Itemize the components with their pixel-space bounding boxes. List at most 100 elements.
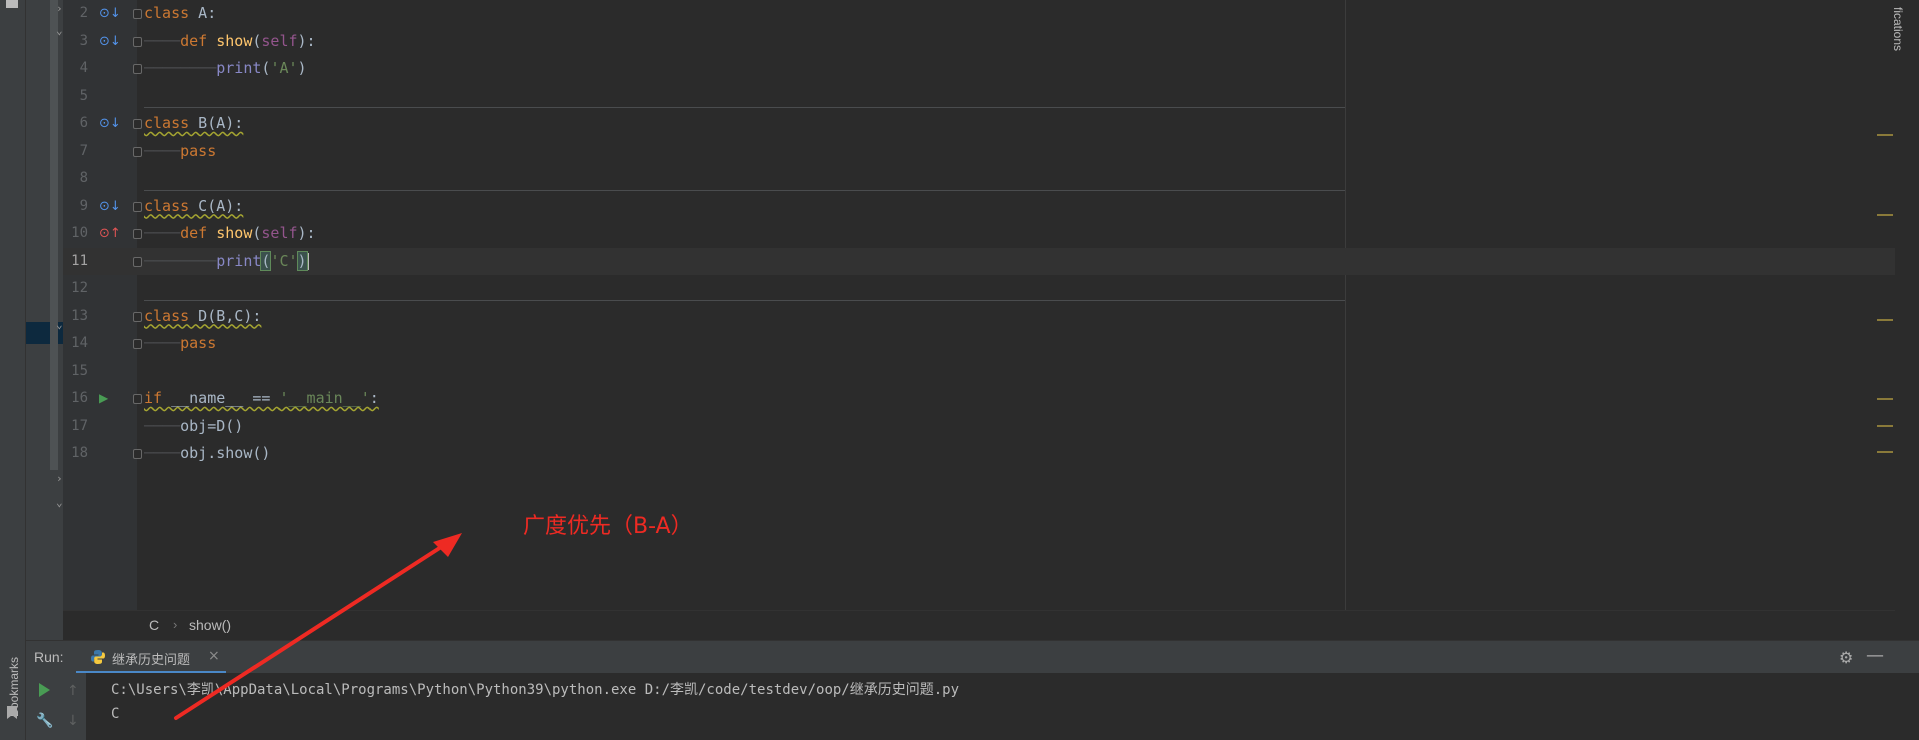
code-line[interactable]: 14 ────pass [63, 330, 1895, 358]
annotation-text: 广度优先（B-A） [523, 514, 693, 539]
code-line-current[interactable]: 11 ────────print('C') [63, 247, 1895, 275]
text-caret [306, 252, 309, 270]
warning-marker[interactable] [1877, 134, 1893, 136]
warning-marker[interactable] [1877, 451, 1893, 453]
code-text: ────obj.show() [144, 444, 271, 462]
chevron-icon[interactable]: › [56, 2, 63, 15]
code-line[interactable]: 2 ⊙↓ class A: [63, 0, 1895, 28]
arrow-down-icon[interactable]: ↓ [67, 713, 79, 729]
minimize-icon[interactable]: — [1866, 645, 1884, 666]
line-number: 15 [71, 362, 88, 379]
fold-icon[interactable] [133, 311, 142, 322]
code-line[interactable]: 4 ────────print('A') [63, 55, 1895, 83]
fold-icon[interactable] [133, 229, 142, 239]
fold-icon[interactable] [133, 449, 142, 459]
line-number: 3 [79, 32, 88, 49]
line-number: 9 [79, 197, 88, 214]
python-icon [91, 650, 105, 664]
code-line[interactable]: 7 ────pass [63, 138, 1895, 166]
code-line[interactable]: 15 [63, 358, 1895, 386]
run-tool-window-header: Run: 继承历史问题 × ⚙ — [26, 640, 1919, 674]
run-tab[interactable]: 继承历史问题 × [76, 641, 226, 674]
bookmarks-label: Bookmarks [7, 656, 21, 717]
code-text: ────────print('A') [144, 59, 307, 77]
warning-marker[interactable] [1877, 398, 1893, 400]
code-text: class B(A): [144, 114, 244, 132]
notifications-label: fications [1891, 6, 1906, 52]
is-overridden-icon[interactable]: ⊙↓ [99, 117, 121, 130]
run-icon[interactable]: ▶ [99, 392, 108, 405]
fold-icon[interactable] [133, 339, 142, 349]
line-number: 11 [71, 252, 88, 269]
fold-icon[interactable] [133, 146, 142, 157]
warning-marker[interactable] [1877, 319, 1893, 321]
code-line[interactable]: 8 [63, 165, 1895, 193]
run-label: Run: [34, 649, 64, 665]
left-tool-strip: Bookmarks [0, 0, 26, 740]
chevron-icon[interactable]: ⌄ [56, 24, 63, 37]
line-number: 18 [71, 445, 88, 461]
code-line[interactable]: 6 ⊙↓ class B(A): [63, 110, 1895, 138]
line-number: 12 [71, 280, 88, 296]
code-text: class D(B,C): [144, 306, 262, 325]
arrow-up-icon[interactable]: ↑ [67, 683, 79, 699]
breadcrumb-method[interactable]: show() [189, 617, 231, 633]
line-number: 2 [79, 5, 88, 21]
line-number: 8 [79, 170, 88, 186]
fold-icon[interactable] [133, 256, 142, 267]
rerun-icon[interactable] [39, 683, 50, 697]
wrench-icon[interactable]: 🔧 [36, 713, 53, 729]
chevron-icon[interactable]: › [56, 472, 63, 485]
warning-marker[interactable] [1877, 425, 1893, 427]
code-line[interactable]: 12 [63, 275, 1895, 303]
code-line[interactable]: 10 ⊙↑ ────def show(self): [63, 220, 1895, 248]
code-text: ────pass [144, 141, 217, 160]
fold-icon[interactable] [133, 394, 142, 404]
warning-marker[interactable] [1877, 214, 1893, 216]
code-text: ────def show(self): [144, 31, 316, 50]
gear-icon[interactable]: ⚙ [1839, 648, 1853, 667]
close-icon[interactable]: × [208, 648, 220, 664]
code-line[interactable]: 17 ────obj=D() [63, 413, 1895, 441]
is-overridden-icon[interactable]: ⊙↓ [99, 200, 121, 213]
project-tool-icon[interactable] [6, 0, 18, 8]
fold-icon[interactable] [133, 9, 142, 19]
line-number: 6 [79, 115, 88, 131]
console-output: C [111, 706, 120, 722]
run-console[interactable]: 🔧 ↑ ↓ C:\Users\李凯\AppData\Local\Programs… [26, 673, 1919, 740]
project-scrollbar[interactable] [50, 0, 58, 470]
code-line[interactable]: 16 ▶ if __name__ == '__main__': [63, 385, 1895, 413]
code-line[interactable]: 9 ⊙↓ class C(A): [63, 193, 1895, 221]
line-number: 4 [79, 60, 88, 76]
code-text: class A: [144, 4, 217, 22]
fold-icon[interactable] [133, 36, 142, 47]
notifications-tool-button[interactable]: fications [1891, 0, 1918, 60]
code-editor[interactable]: 2 ⊙↓ class A: 3 ⊙↓ ────def show(self): 4… [63, 0, 1895, 610]
chevron-icon[interactable]: ⌄ [56, 318, 63, 331]
console-command: C:\Users\李凯\AppData\Local\Programs\Pytho… [111, 682, 960, 698]
fold-icon[interactable] [133, 201, 142, 212]
line-number: 14 [71, 335, 88, 351]
code-text: if __name__ == '__main__': [144, 389, 379, 407]
is-overridden-icon[interactable]: ⊙↓ [99, 7, 121, 20]
breadcrumb-class[interactable]: C [149, 617, 159, 633]
chevron-right-icon: › [173, 617, 178, 632]
is-overridden-icon[interactable]: ⊙↓ [99, 35, 121, 48]
code-text: class C(A): [144, 196, 244, 215]
project-panel: › ⌄ ⌄ › ⌄ [26, 0, 63, 640]
line-number: 13 [71, 307, 88, 324]
code-line[interactable]: 3 ⊙↓ ────def show(self): [63, 28, 1895, 56]
overrides-method-icon[interactable]: ⊙↑ [99, 227, 121, 240]
breadcrumb: C › show() [63, 610, 1895, 640]
line-number: 5 [79, 87, 88, 104]
code-line[interactable]: 5 [63, 83, 1895, 111]
code-line[interactable]: 13 class D(B,C): [63, 303, 1895, 331]
code-text: ────def show(self): [144, 224, 316, 242]
line-number: 16 [71, 390, 88, 406]
code-text: ────pass [144, 334, 217, 352]
run-tab-label: 继承历史问题 [112, 653, 191, 668]
chevron-icon[interactable]: ⌄ [56, 496, 63, 509]
fold-icon[interactable] [133, 119, 142, 129]
fold-icon[interactable] [133, 64, 142, 74]
code-line[interactable]: 18 ────obj.show() [63, 440, 1895, 468]
